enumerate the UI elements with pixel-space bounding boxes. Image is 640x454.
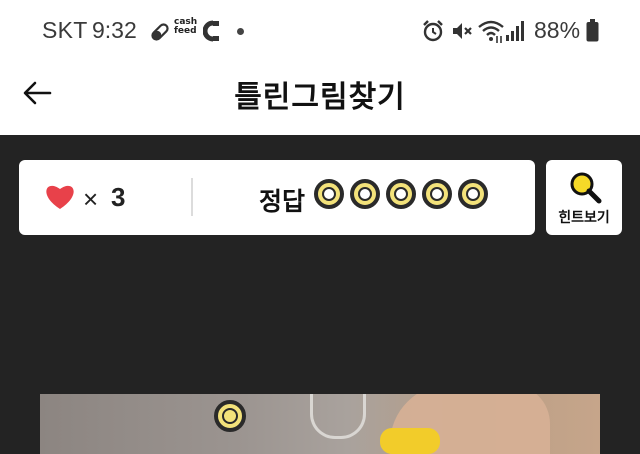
carrier-label: SKT [42, 17, 88, 43]
alarm-icon [423, 20, 443, 42]
answer-slot-icon [350, 179, 380, 209]
signal-icon [506, 21, 524, 41]
hint-label: 힌트보기 [558, 209, 610, 225]
hint-button[interactable]: 힌트보기 [546, 160, 622, 235]
heart-icon [46, 185, 74, 209]
bowl-shape [310, 394, 366, 439]
magnifier-icon [570, 172, 602, 204]
lives-multiplier: × [83, 184, 99, 214]
pill-icon [151, 23, 169, 41]
answer-progress [314, 179, 488, 215]
mute-icon [453, 23, 472, 39]
notification-dot-icon [237, 28, 244, 35]
app-bar: 틀린그림찾기 [0, 62, 640, 135]
battery-icon [586, 19, 599, 42]
answer-label: 정답 [259, 188, 306, 216]
answer-slot-icon [422, 179, 452, 209]
lives-count: 3 [111, 182, 126, 212]
answer-slot-icon [386, 179, 416, 209]
answer-slot-icon [314, 179, 344, 209]
found-marker-icon [214, 400, 246, 432]
yellow-object [380, 428, 440, 454]
game-status-card: × 3 정답 [19, 160, 535, 235]
status-bar: SKT 9:32 cash feed 88% [0, 0, 640, 62]
divider [191, 178, 193, 216]
page-title: 틀린그림찾기 [234, 81, 406, 114]
battery-percent: 88% [534, 17, 581, 43]
puzzle-image[interactable] [40, 394, 600, 454]
wifi-icon [478, 20, 504, 43]
cashfeed-icon: cash feed [174, 17, 198, 36]
clock: 9:32 [92, 17, 137, 43]
magnet-icon [203, 20, 219, 42]
answer-slot-icon [458, 179, 488, 209]
